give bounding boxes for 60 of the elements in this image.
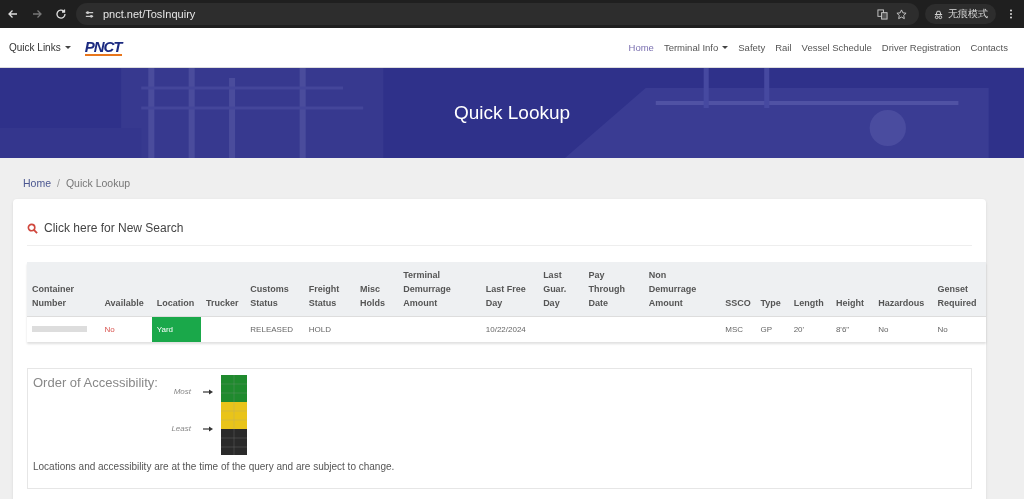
table-cell: GP — [760, 325, 773, 334]
table-cell: 8'6" — [835, 325, 850, 334]
star-icon[interactable] — [896, 8, 907, 20]
most-label: Most — [173, 387, 191, 396]
nav-link[interactable]: Driver Registration — [881, 42, 961, 53]
column-header: Last Guar. Day — [543, 270, 567, 308]
column-header: Available — [104, 298, 144, 308]
column-header: Pay Through Date — [588, 270, 625, 308]
table-cell: No — [104, 325, 115, 334]
nav-link[interactable]: Contacts — [970, 42, 1008, 53]
column-header: Last Free Day — [485, 284, 526, 308]
breadcrumb-link[interactable]: Home — [23, 177, 51, 189]
table-cell: No — [878, 325, 889, 334]
logo[interactable]: PNCT — [84, 39, 122, 56]
table-cell: No — [937, 325, 948, 334]
address-bar[interactable]: pnct.net/TosInquiry — [76, 3, 919, 25]
least-label: Least — [171, 424, 191, 433]
breadcrumb-separator: / — [57, 177, 60, 189]
column-header: Height — [835, 298, 864, 308]
table-cell: RELEASED — [250, 325, 293, 334]
column-header: Genset Required — [937, 284, 977, 308]
column-header: Customs Status — [250, 284, 289, 308]
nav-link[interactable]: Terminal Info — [663, 42, 729, 53]
incognito-icon — [933, 8, 944, 20]
disclaimer-text: Locations and accessibility are at the time of the query and are subject to change. — [33, 461, 396, 472]
column-header: Freight Status — [308, 284, 340, 308]
redacted-value — [32, 326, 87, 332]
column-header: SSCO — [725, 298, 751, 308]
new-search-link[interactable]: Click here for New Search — [27, 221, 972, 246]
arrow-icon — [203, 388, 213, 395]
column-header: Container Number — [32, 284, 74, 308]
incognito-badge[interactable]: 无痕模式 — [925, 4, 996, 24]
site-settings-icon[interactable] — [84, 8, 95, 20]
column-header: Length — [793, 298, 824, 308]
breadcrumb-current: Quick Lookup — [65, 177, 131, 189]
column-header: Hazardous — [878, 298, 925, 308]
nav-link[interactable]: Home — [628, 42, 654, 53]
nav-link[interactable]: Rail — [775, 42, 792, 53]
column-header: Type — [760, 298, 781, 308]
nav-link[interactable]: Vessel Schedule — [801, 42, 872, 53]
table-cell: Yard — [151, 316, 202, 342]
column-header: Misc Holds — [360, 284, 385, 308]
column-header: Trucker — [206, 298, 239, 308]
table-cell: 10/22/2024 — [485, 325, 526, 334]
column-header: Location — [156, 298, 195, 308]
column-header: Non Demurrage Amount — [648, 270, 697, 308]
column-header: Terminal Demurrage Amount — [403, 270, 451, 308]
arrow-icon — [203, 425, 213, 432]
back-icon[interactable] — [7, 8, 19, 20]
reload-icon[interactable] — [55, 8, 67, 20]
accessibility-title: Order of Accessibility: — [33, 375, 159, 390]
table-cell: MSC — [725, 325, 744, 334]
table-cell: HOLD — [308, 325, 331, 334]
table-cell: 20' — [793, 325, 805, 334]
page-title: Quick Lookup — [453, 102, 571, 124]
search-icon — [27, 222, 38, 234]
forward-icon[interactable] — [31, 8, 43, 20]
translate-icon[interactable] — [877, 8, 888, 20]
nav-link[interactable]: Safety — [738, 42, 766, 53]
quick-links-menu[interactable]: Quick Links — [9, 42, 71, 53]
